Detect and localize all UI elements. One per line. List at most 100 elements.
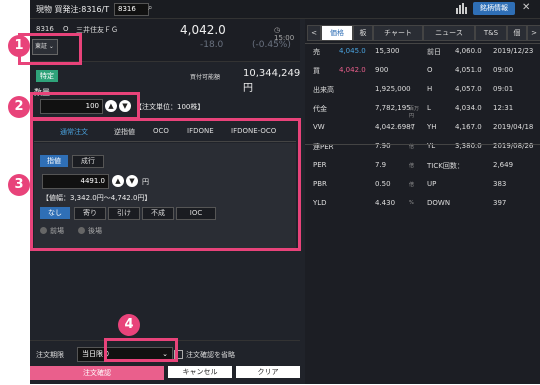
board-label: TICK回数： [427,162,464,170]
tab-next-icon[interactable]: > [527,25,540,41]
board-b: 09:01 [493,85,514,93]
board-b: 7.9 [375,161,387,169]
board-b: 2019/04/18 [493,123,534,131]
board-b: 15,300 [375,47,400,55]
callout-3-box [30,118,301,251]
board-label: 前日 [427,48,441,56]
chart-icon[interactable] [456,3,468,14]
period-label: 注文期限 [36,351,64,359]
callout-2-number: 2 [8,96,30,118]
board-unit: 円 [409,125,415,131]
board-b: 4.430 [375,199,396,207]
info-panel: < 価格 板 チャート ニュース T&S 個 > 売 4,045.0 15,300 買… [305,19,540,384]
callout-2-box [30,92,140,120]
close-icon[interactable]: ✕ [522,2,530,13]
board-unit: 倍 [409,182,415,188]
stock-info-button[interactable]: 銘柄情報 [473,2,515,15]
callout-3-number: 3 [8,174,30,196]
buying-power: 10,344,249円 [243,68,301,94]
board-row: PER 7.9 倍 [313,161,421,173]
board-row: VW 4,042.6987 円 [313,123,421,135]
board-row: DOWN 397 [427,199,535,211]
board-label: 売 [313,48,320,56]
board-unit: 百万円 [409,106,420,119]
clear-button[interactable]: クリア [236,366,300,378]
tab-board[interactable]: 板 [353,25,373,41]
board-label: H [427,85,433,93]
board-b: 7,782,195 [375,104,411,112]
board-row: 出来高 1,925,000 [313,85,421,97]
board-row: UP 383 [427,180,535,192]
board-b: 2,649 [493,161,514,169]
board-label: PER [313,161,327,169]
board-row: PBR 0.50 倍 [313,180,421,192]
board-b: 0.50 [375,180,391,188]
board-a: 4,042.0 [339,66,366,74]
callout-4-box [104,338,178,362]
board-label: PBR [313,180,327,188]
cancel-button[interactable]: キャンセル [168,366,232,378]
board-row: O 4,051.0 09:00 [427,66,535,78]
price-change-pct: (-0.45%) [252,40,291,50]
callout-4-number: 4 [118,314,140,336]
price-change: -18.0 [200,40,224,50]
board-row: YH 4,167.0 2019/04/18 [427,123,535,135]
board-row: YLD 4.430% [313,199,421,211]
board-b: 09:00 [493,66,514,74]
board-b: 397 [493,199,507,207]
order-window: 現物 買発注:8316/T 8316 ⌕ 銘柄情報 ✕ 8316 O 三井住友Ｆ… [8,0,540,384]
board-a: 4,060.0 [455,47,482,55]
board-unit: % [409,200,414,206]
board-label: VW [313,123,325,131]
board-label: L [427,104,431,112]
title-bar: 現物 買発注:8316/T 8316 ⌕ 銘柄情報 ✕ [30,0,540,19]
board-label: DOWN [427,199,451,207]
quantity-unit: 【注文単位：100株】 [135,103,205,111]
board-a: 4,051.0 [455,66,482,74]
buying-power-label: 買付可能額 [190,74,221,81]
board-b: 1,925,000 [375,85,411,93]
board-row: 買 4,042.0 900 [313,66,421,78]
board-a: 4,034.0 [455,104,482,112]
info-tabs: < 価格 板 チャート ニュース T&S 個 > [305,25,540,41]
board-label: 買 [313,67,320,75]
current-price: 4,042.0 [180,23,226,37]
board-a: 4,167.0 [455,123,482,131]
tab-news[interactable]: ニュース [423,25,475,41]
board-divider [305,144,540,145]
board-row: 売 4,045.0 15,300 [313,47,421,59]
stock-name: 三井住友ＦＧ [76,26,118,34]
board-label: UP [427,180,437,188]
callout-1-number: 1 [8,35,30,57]
board-row: L 4,034.0 12:31 [427,104,535,116]
board-a: 4,045.0 [339,47,366,55]
tab-prev-icon[interactable]: < [307,25,321,41]
board-row: 代金 7,782,195 百万円 [313,104,421,119]
board-row: 前日 4,060.0 2019/12/23 [427,47,535,59]
board-b: 12:31 [493,104,514,112]
board-row: H 4,057.0 09:01 [427,85,535,97]
search-icon[interactable]: ⌕ [148,3,152,13]
board-label: YLD [313,199,327,207]
tab-individual[interactable]: 個 [507,25,527,41]
board-unit: 倍 [409,163,415,169]
board-b: 383 [493,180,507,188]
code-input[interactable]: 8316 [114,3,149,16]
confirm-order-button[interactable]: 注文確認 [30,366,164,380]
board-a: 4,057.0 [455,85,482,93]
board-label: O [427,66,433,74]
market-mark: O [63,25,69,33]
board-row: TICK回数： 2,649 [427,161,535,173]
board-label: YH [427,123,437,131]
board-label: 代金 [313,105,327,113]
account-type-badge: 特定 [36,70,58,82]
tab-chart[interactable]: チャート [373,25,423,41]
window-title: 現物 買発注:8316/T [36,5,110,14]
stock-code: 8316 [36,25,54,33]
skip-confirm-label: 注文確認を省略 [186,351,235,359]
board-b: 2019/12/23 [493,47,534,55]
tab-price[interactable]: 価格 [321,25,353,41]
tab-ts[interactable]: T&S [475,25,507,41]
board-label: 出来高 [313,86,334,94]
divider [305,43,540,44]
